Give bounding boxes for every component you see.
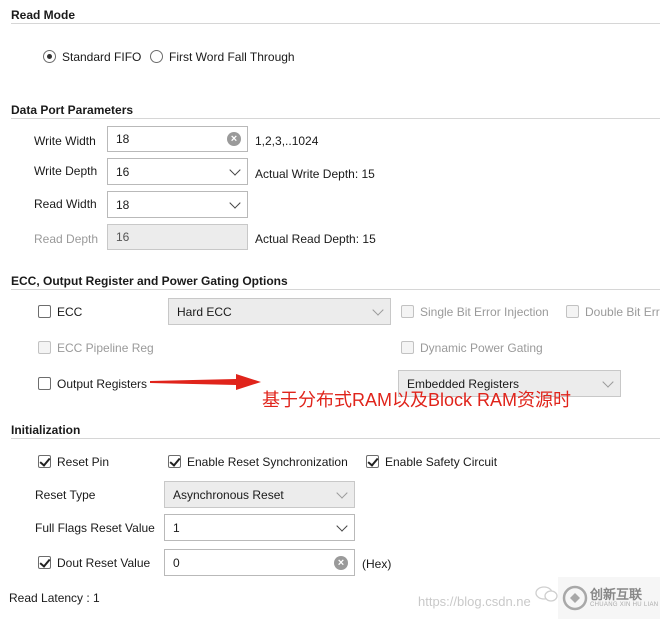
read-mode-title: Read Mode bbox=[11, 8, 76, 22]
ecc-checkbox[interactable] bbox=[38, 305, 51, 318]
brand-name-en: CHUANG XIN HU LIAN bbox=[590, 602, 659, 608]
reset-pin-label[interactable]: Reset Pin bbox=[57, 455, 109, 469]
chevron-down-icon bbox=[372, 303, 384, 316]
read-depth-hint: Actual Read Depth: 15 bbox=[255, 232, 376, 246]
read-width-value: 18 bbox=[116, 197, 130, 212]
section-divider bbox=[11, 438, 660, 439]
fwft-label[interactable]: First Word Fall Through bbox=[169, 50, 295, 64]
full-flags-select[interactable]: 1 bbox=[164, 514, 355, 541]
annotation-arrow-icon bbox=[150, 374, 261, 390]
write-depth-hint: Actual Write Depth: 15 bbox=[255, 167, 375, 181]
safety-circuit-checkbox[interactable] bbox=[366, 455, 379, 468]
watermark-badge: 创新互联 CHUANG XIN HU LIAN bbox=[558, 577, 660, 619]
brand-name-cn: 创新互联 bbox=[590, 587, 643, 602]
section-divider bbox=[11, 289, 660, 290]
data-port-title: Data Port Parameters bbox=[11, 103, 134, 117]
brand-logo-icon bbox=[562, 585, 588, 611]
output-registers-checkbox[interactable] bbox=[38, 377, 51, 390]
annotation-text: 基于分布式RAM以及Block RAM资源时 bbox=[262, 390, 572, 410]
double-bit-error-label: Double Bit Err bbox=[585, 305, 660, 319]
write-width-label: Write Width bbox=[34, 134, 96, 148]
chevron-down-icon bbox=[336, 519, 348, 532]
write-depth-select[interactable]: 16 bbox=[107, 158, 248, 185]
ecc-pipeline-checkbox[interactable] bbox=[38, 341, 51, 354]
watermark-url: https://blog.csdn.ne bbox=[418, 594, 531, 609]
ecc-label[interactable]: ECC bbox=[57, 305, 82, 319]
fwft-radio[interactable] bbox=[150, 50, 163, 63]
reset-pin-checkbox[interactable] bbox=[38, 455, 51, 468]
ecc-type-select[interactable]: Hard ECC bbox=[168, 298, 391, 325]
chevron-down-icon bbox=[602, 375, 614, 388]
read-width-label: Read Width bbox=[34, 197, 97, 211]
reset-sync-checkbox[interactable] bbox=[168, 455, 181, 468]
read-latency-text: Read Latency : 1 bbox=[9, 591, 100, 605]
read-width-select[interactable]: 18 bbox=[107, 191, 248, 218]
power-gating-label: Dynamic Power Gating bbox=[420, 341, 543, 355]
safety-circuit-label[interactable]: Enable Safety Circuit bbox=[385, 455, 497, 469]
chevron-down-icon bbox=[229, 163, 241, 176]
write-width-input[interactable]: 18 × bbox=[107, 126, 248, 152]
clear-icon[interactable]: × bbox=[227, 132, 241, 146]
section-divider bbox=[11, 23, 660, 24]
reset-sync-label[interactable]: Enable Reset Synchronization bbox=[187, 455, 348, 469]
ecc-pipeline-label: ECC Pipeline Reg bbox=[57, 341, 154, 355]
read-depth-field: 16 bbox=[107, 224, 248, 250]
output-registers-label[interactable]: Output Registers bbox=[57, 377, 147, 391]
full-flags-label: Full Flags Reset Value bbox=[35, 521, 155, 535]
dout-reset-input[interactable]: 0 × bbox=[164, 549, 355, 576]
power-gating-checkbox[interactable] bbox=[401, 341, 414, 354]
dout-reset-checkbox[interactable] bbox=[38, 556, 51, 569]
write-width-hint: 1,2,3,..1024 bbox=[255, 134, 319, 148]
standard-fifo-radio[interactable] bbox=[43, 50, 56, 63]
ecc-section-title: ECC, Output Register and Power Gating Op… bbox=[11, 274, 288, 288]
clear-icon[interactable]: × bbox=[334, 555, 348, 570]
dout-unit: (Hex) bbox=[362, 557, 392, 571]
reset-type-value: Asynchronous Reset bbox=[173, 487, 284, 502]
read-depth-value: 16 bbox=[116, 230, 130, 244]
full-flags-value: 1 bbox=[173, 520, 180, 535]
ecc-type-value: Hard ECC bbox=[177, 304, 232, 319]
section-divider bbox=[11, 118, 660, 119]
chevron-down-icon bbox=[229, 196, 241, 209]
initialization-title: Initialization bbox=[11, 423, 81, 437]
write-width-value: 18 bbox=[116, 132, 130, 146]
reset-type-label: Reset Type bbox=[35, 488, 96, 502]
standard-fifo-label[interactable]: Standard FIFO bbox=[62, 50, 141, 64]
chevron-down-icon bbox=[336, 486, 348, 499]
double-bit-error-checkbox[interactable] bbox=[566, 305, 579, 318]
read-depth-label: Read Depth bbox=[34, 232, 99, 246]
single-bit-error-checkbox[interactable] bbox=[401, 305, 414, 318]
write-depth-label: Write Depth bbox=[34, 164, 98, 178]
single-bit-error-label: Single Bit Error Injection bbox=[420, 305, 549, 319]
wechat-icon bbox=[535, 586, 558, 602]
dout-reset-label[interactable]: Dout Reset Value bbox=[57, 556, 150, 570]
write-depth-value: 16 bbox=[116, 164, 130, 179]
reset-type-select[interactable]: Asynchronous Reset bbox=[164, 481, 355, 508]
dout-reset-value: 0 bbox=[173, 555, 180, 570]
